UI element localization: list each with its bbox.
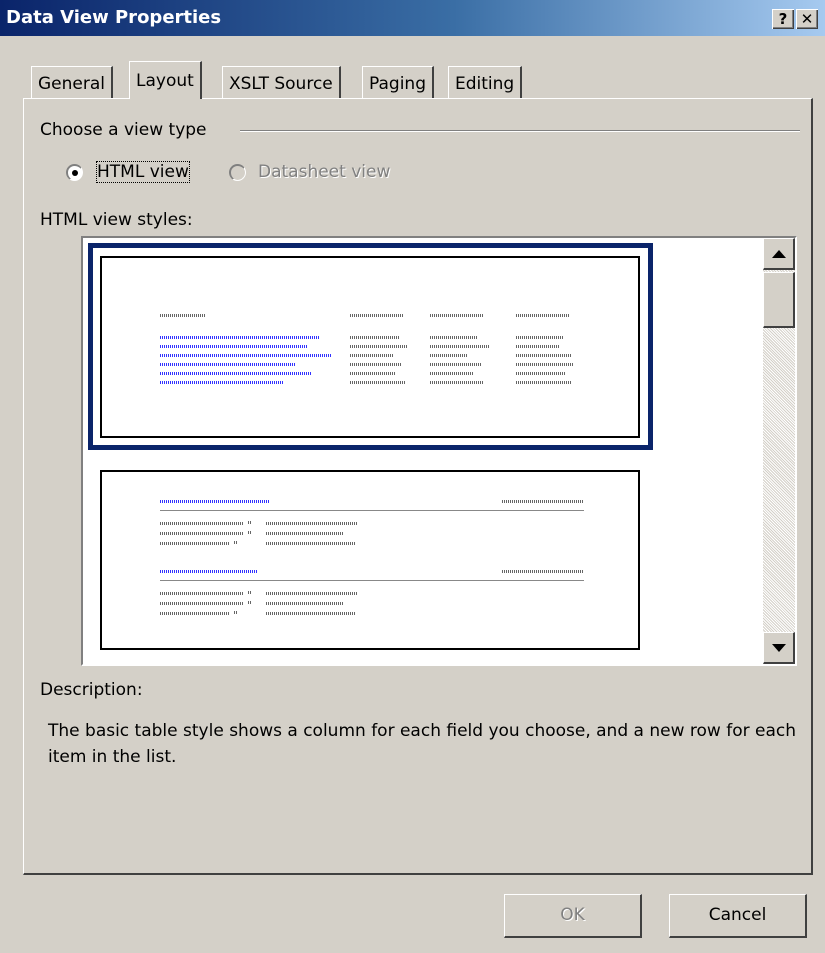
scroll-up-button[interactable]: [763, 238, 795, 270]
datasheet-view-radio[interactable]: [229, 164, 246, 181]
tab-layout[interactable]: Layout: [129, 61, 202, 99]
window-title: Data View Properties: [6, 7, 222, 28]
styles-label: HTML view styles:: [40, 210, 193, 230]
radio-selected-dot: [72, 170, 78, 176]
description-text: The basic table style shows a column for…: [48, 721, 796, 767]
tab-general[interactable]: General: [31, 66, 113, 98]
tab-label: Paging: [369, 74, 426, 94]
close-button[interactable]: ✕: [796, 9, 818, 29]
group-divider: [240, 130, 800, 132]
tab-label: XSLT Source: [229, 74, 333, 94]
scroll-down-button[interactable]: [763, 632, 795, 664]
tab-label: General: [38, 74, 105, 94]
view-type-group-label: Choose a view type: [40, 120, 207, 140]
ok-button[interactable]: OK: [504, 894, 642, 938]
style-preview-basic-table[interactable]: [100, 256, 640, 438]
close-icon: ✕: [800, 10, 814, 28]
datasheet-view-label[interactable]: Datasheet view: [258, 162, 390, 182]
styles-scrollbar[interactable]: [763, 238, 795, 664]
tab-label: Layout: [136, 71, 194, 91]
title-bar: Data View Properties ? ✕: [0, 0, 825, 36]
tab-label: Editing: [455, 74, 515, 94]
help-icon: ?: [778, 10, 788, 28]
tab-editing[interactable]: Editing: [448, 66, 523, 98]
tab-xslt-source[interactable]: XSLT Source: [222, 66, 341, 98]
html-view-label[interactable]: HTML view: [96, 161, 190, 183]
cancel-button[interactable]: Cancel: [669, 894, 807, 938]
scroll-thumb[interactable]: [763, 272, 795, 328]
arrow-down-icon: [771, 644, 786, 652]
style-preview-repeating-form[interactable]: [100, 470, 640, 650]
help-button[interactable]: ?: [772, 9, 794, 29]
description-label: Description:: [40, 680, 143, 700]
arrow-up-icon: [771, 250, 786, 258]
tab-paging[interactable]: Paging: [362, 66, 434, 98]
html-view-radio[interactable]: [66, 164, 83, 181]
